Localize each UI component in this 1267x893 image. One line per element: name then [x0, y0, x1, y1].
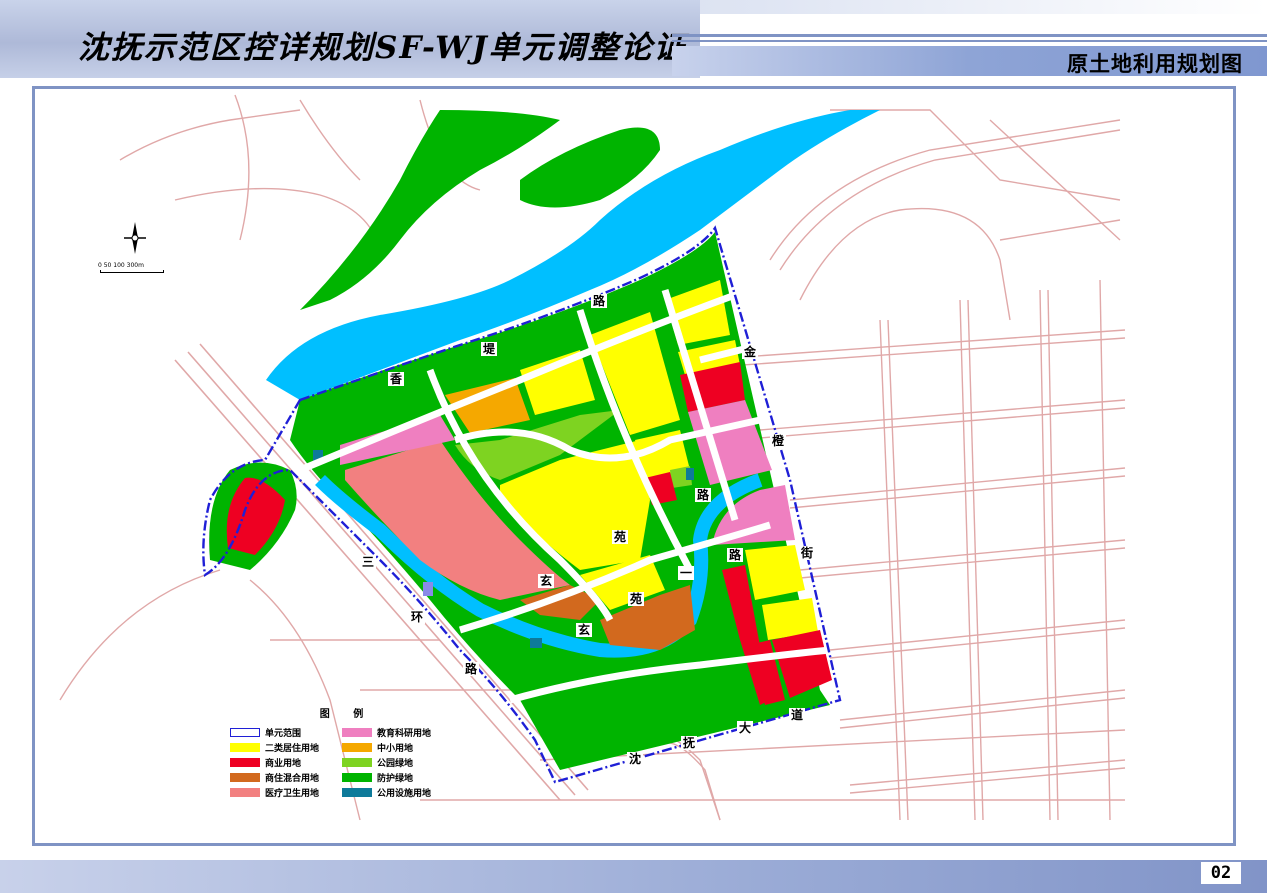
legend-swatch — [230, 758, 260, 767]
road-label-lu-4: 路 — [463, 662, 480, 676]
map-legend: 图 例 单元范围 教育科研用地二类居住用地 中小用地商业用地 公园绿地商住混合用地 防护… — [230, 705, 455, 799]
road-label-dao: 道 — [789, 708, 806, 722]
road-label-xiang: 香 — [388, 372, 405, 386]
road-label-lu-2: 路 — [695, 488, 712, 502]
legend-item: 公用设施用地 — [342, 786, 454, 799]
road-label-san: 三 — [360, 555, 377, 569]
legend-label: 教育科研用地 — [377, 729, 432, 739]
road-label-xuan-1: 玄 — [538, 574, 555, 588]
legend-label: 二类居住用地 — [265, 744, 320, 754]
legend-swatch — [342, 758, 372, 767]
utility-site-3 — [530, 638, 542, 648]
utility-site-2 — [686, 468, 694, 480]
road-label-yi: 一 — [678, 566, 695, 580]
legend-label: 公用设施用地 — [377, 789, 432, 799]
legend-swatch — [342, 728, 372, 737]
legend-label: 商住混合用地 — [265, 774, 320, 784]
legend-item: 商业用地 — [230, 756, 342, 769]
legend-label: 防护绿地 — [377, 774, 414, 784]
legend-grid: 单元范围 教育科研用地二类居住用地 中小用地商业用地 公园绿地商住混合用地 防护绿地医疗… — [230, 726, 455, 799]
road-label-lu-3: 路 — [727, 548, 744, 562]
road-label-shen: 沈 — [627, 752, 644, 766]
legend-swatch — [230, 743, 260, 752]
legend-item: 防护绿地 — [342, 771, 454, 784]
road-label-da: 大 — [737, 721, 754, 735]
legend-title: 图 例 — [319, 709, 374, 720]
scale-bar — [100, 270, 164, 273]
legend-swatch — [342, 788, 372, 797]
legend-item: 中小用地 — [342, 741, 454, 754]
legend-item: 商住混合用地 — [230, 771, 342, 784]
road-label-fu: 抚 — [681, 736, 698, 750]
road-label-yuan-2: 苑 — [628, 592, 645, 606]
legend-item: 公园绿地 — [342, 756, 454, 769]
road-label-di: 堤 — [481, 342, 498, 356]
legend-label: 中小用地 — [377, 744, 414, 754]
scale-label: 0 50 100 300m — [98, 262, 144, 269]
legend-swatch — [230, 788, 260, 797]
page-number: 02 — [1201, 862, 1241, 884]
legend-label: 商业用地 — [265, 759, 302, 769]
legend-label: 单元范围 — [265, 729, 302, 739]
legend-item: 单元范围 — [230, 726, 342, 739]
residential-zone-7 — [745, 545, 805, 600]
road-label-jin: 金 — [742, 345, 759, 359]
road-label-lu-1: 路 — [591, 294, 608, 308]
road-label-yuan-1: 苑 — [612, 530, 629, 544]
footer-bar — [0, 860, 1267, 893]
north-arrow-icon — [120, 218, 150, 258]
legend-swatch — [342, 773, 372, 782]
legend-label: 医疗卫生用地 — [265, 789, 320, 799]
legend-item: 二类居住用地 — [230, 741, 342, 754]
map-canvas — [59, 94, 1126, 821]
legend-swatch — [230, 773, 260, 782]
road-label-cheng: 橙 — [770, 434, 787, 448]
legend-swatch — [342, 743, 372, 752]
road-label-huan: 环 — [409, 610, 426, 624]
road-label-xuan-2: 玄 — [576, 623, 593, 637]
legend-item: 教育科研用地 — [342, 726, 454, 739]
legend-label: 公园绿地 — [377, 759, 414, 769]
legend-item: 医疗卫生用地 — [230, 786, 342, 799]
utility-site-4 — [423, 582, 433, 596]
road-label-jie: 街 — [799, 546, 816, 560]
legend-swatch — [230, 728, 260, 737]
